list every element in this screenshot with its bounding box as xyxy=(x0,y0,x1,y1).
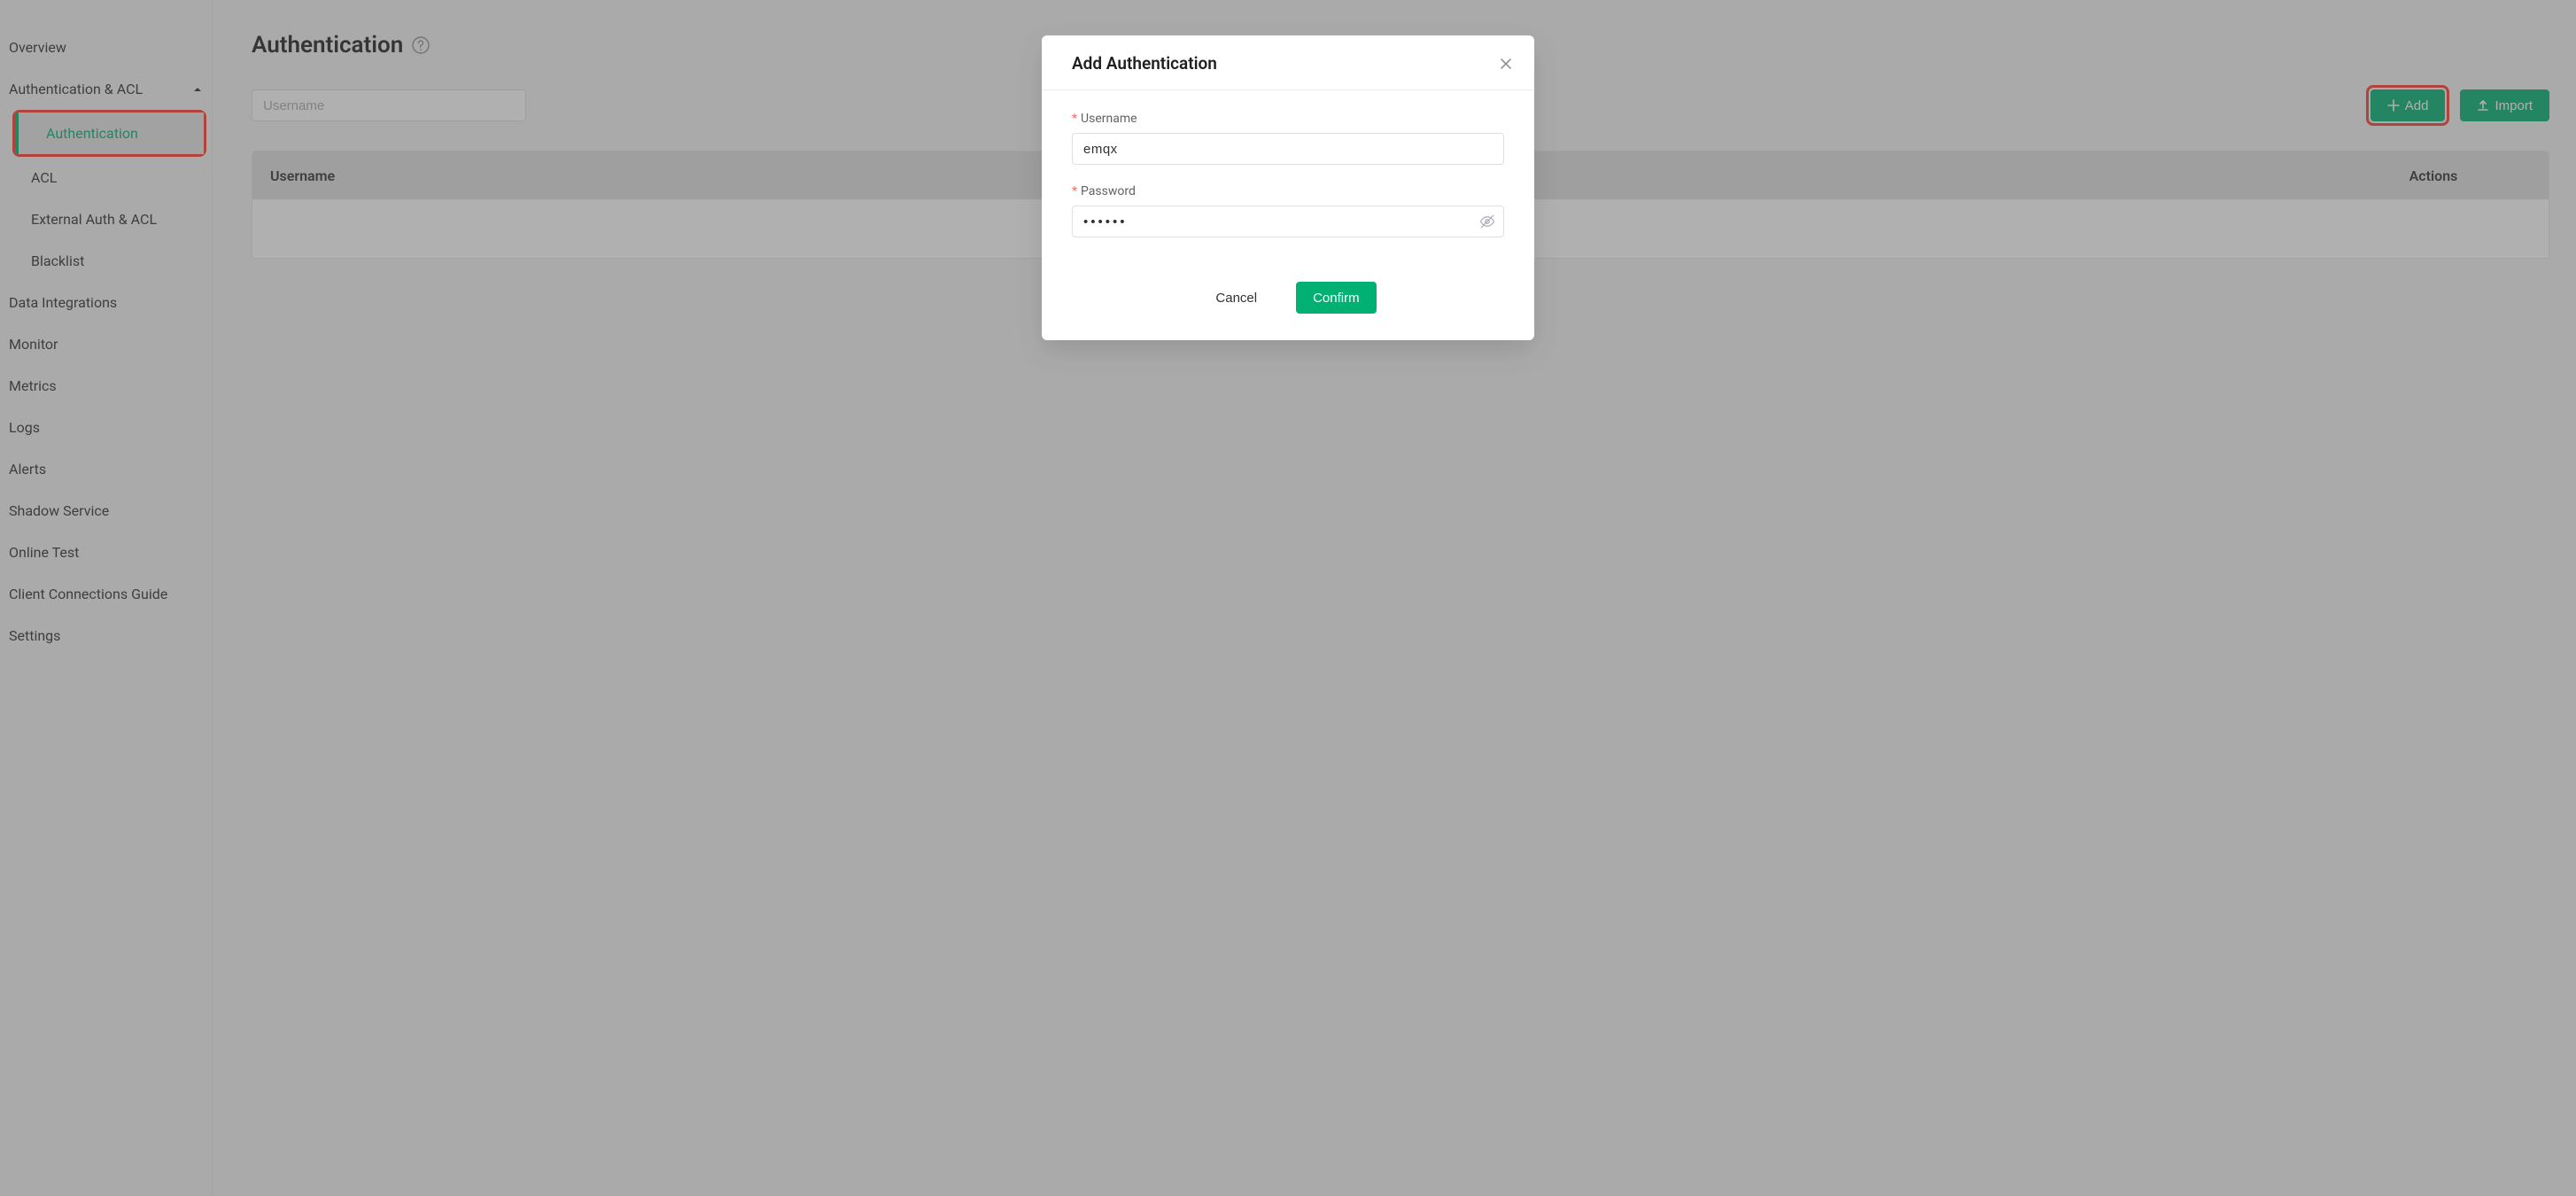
eye-off-icon[interactable] xyxy=(1479,214,1495,229)
confirm-button[interactable]: Confirm xyxy=(1296,282,1377,314)
modal-body: * Username * Password xyxy=(1042,90,1534,266)
password-field[interactable] xyxy=(1072,206,1504,237)
modal-header: Add Authentication xyxy=(1042,35,1534,90)
password-form-group: * Password xyxy=(1072,184,1504,237)
close-icon[interactable] xyxy=(1499,57,1513,71)
cancel-button[interactable]: Cancel xyxy=(1199,282,1273,314)
username-field[interactable] xyxy=(1072,133,1504,165)
required-marker: * xyxy=(1072,112,1077,126)
add-auth-modal: Add Authentication * Username * Password xyxy=(1042,35,1534,340)
password-label: * Password xyxy=(1072,184,1504,198)
required-marker: * xyxy=(1072,184,1077,198)
modal-title: Add Authentication xyxy=(1072,53,1217,74)
modal-footer: Cancel Confirm xyxy=(1042,266,1534,340)
confirm-button-label: Confirm xyxy=(1313,291,1360,306)
password-label-text: Password xyxy=(1081,184,1136,198)
cancel-button-label: Cancel xyxy=(1215,291,1257,306)
username-form-group: * Username xyxy=(1072,112,1504,165)
modal-overlay[interactable]: Add Authentication * Username * Password xyxy=(0,0,2576,1196)
username-label-text: Username xyxy=(1081,112,1137,126)
username-label: * Username xyxy=(1072,112,1504,126)
